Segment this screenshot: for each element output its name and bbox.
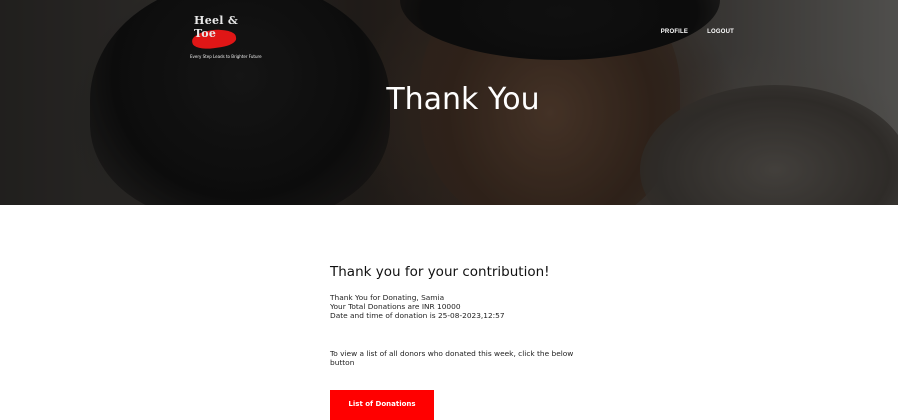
donor-list-info: To view a list of all donors who donated… <box>330 349 574 367</box>
donation-datetime: Date and time of donation is 25-08-2023,… <box>330 311 505 320</box>
donation-details: Thank You for Donating, Samia Your Total… <box>330 293 610 320</box>
nav-profile-link[interactable]: PROFILE <box>661 29 688 35</box>
hero-banner: Heel & Toe Every Step Leads to Brighter … <box>0 0 898 205</box>
logo-text: Heel & Toe <box>194 14 239 40</box>
list-of-donations-button[interactable]: List of Donations <box>330 390 434 420</box>
logo-tagline: Every Step Leads to Brighter Future <box>190 54 262 59</box>
donor-greeting: Thank You for Donating, Samia <box>330 293 445 302</box>
contribution-heading: Thank you for your contribution! <box>330 264 550 280</box>
top-nav: PROFILE LOGOUT <box>661 29 734 35</box>
thank-you-content: Thank you for your contribution! Thank Y… <box>330 264 610 367</box>
page-title: Thank You <box>386 82 540 117</box>
total-donations: Your Total Donations are INR 10000 <box>330 302 461 311</box>
brand-logo[interactable]: Heel & Toe Every Step Leads to Brighter … <box>188 14 262 64</box>
nav-logout-link[interactable]: LOGOUT <box>707 29 734 35</box>
